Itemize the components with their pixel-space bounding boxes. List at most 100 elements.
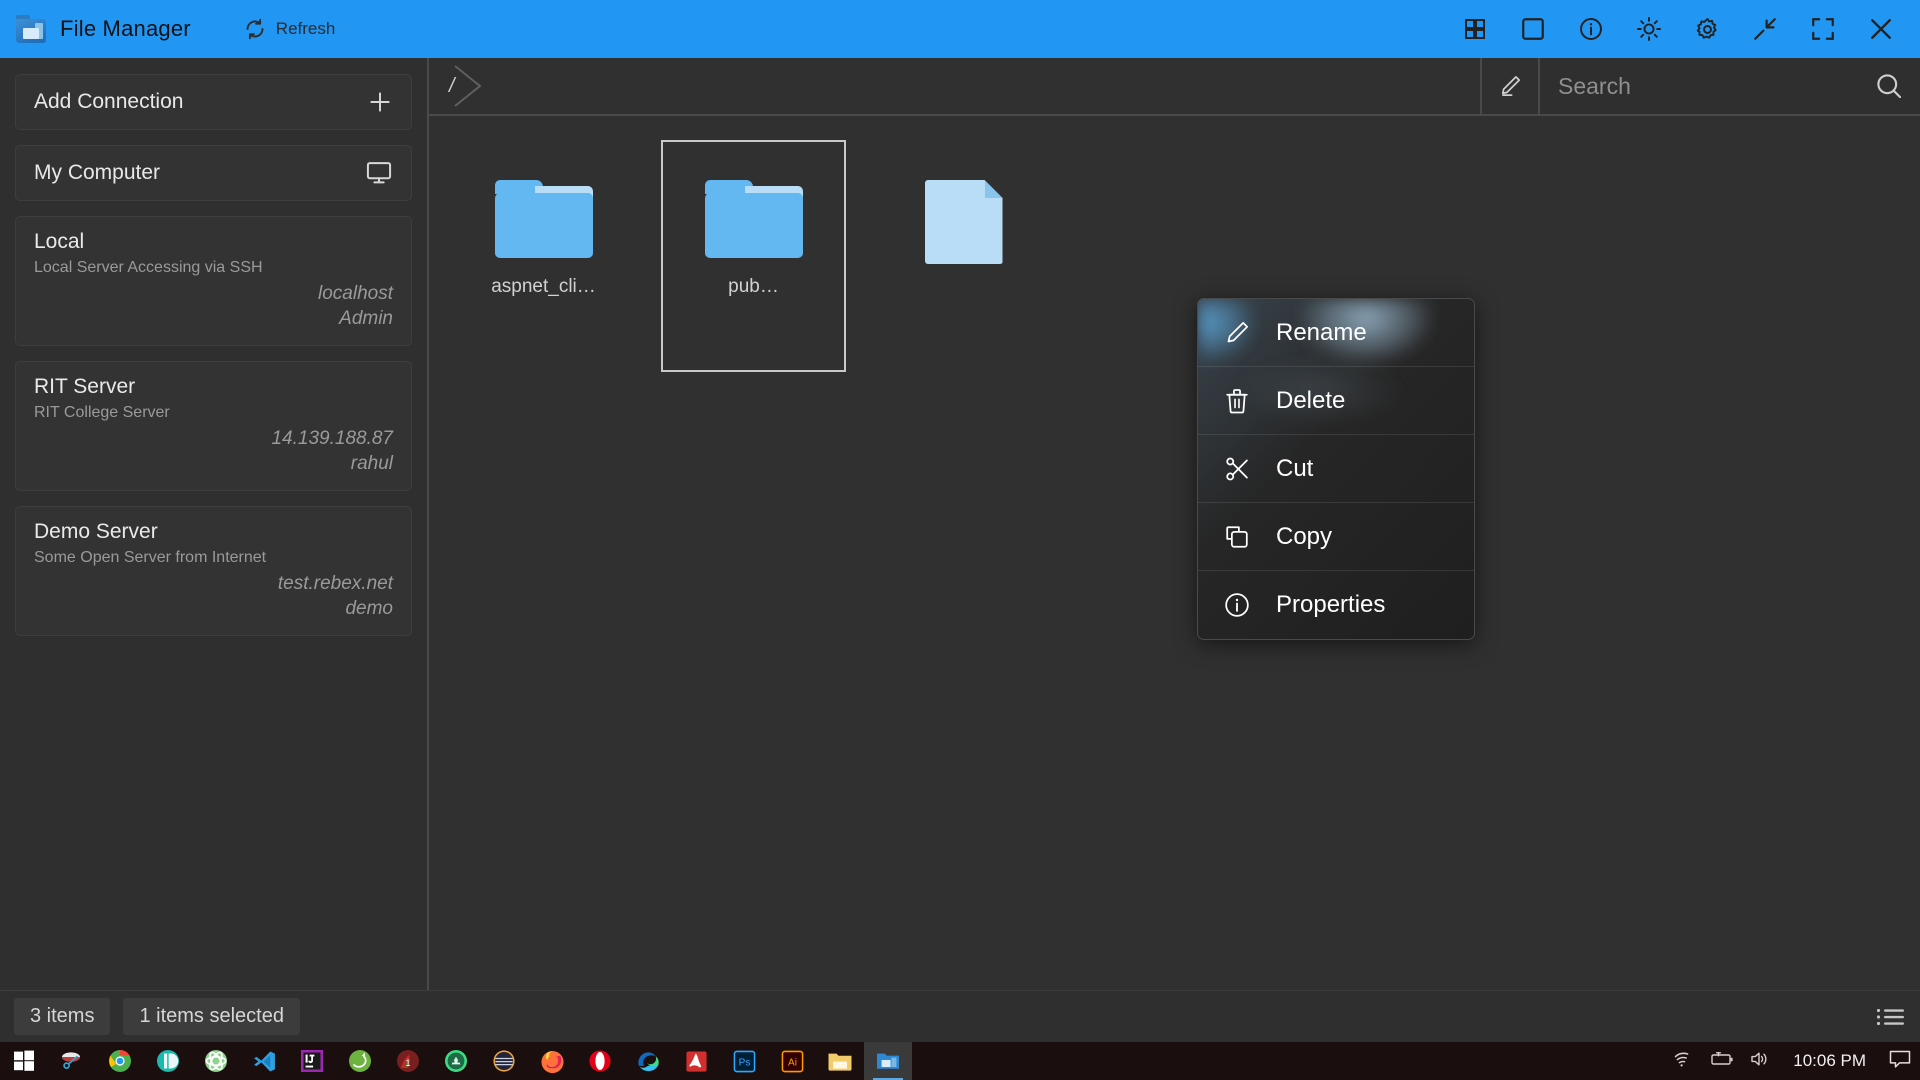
svg-text:1: 1 — [405, 1058, 410, 1068]
context-menu-item-label: Cut — [1276, 455, 1313, 483]
item-count-badge: 3 items — [14, 998, 110, 1035]
server-host: test.rebex.net — [34, 571, 393, 596]
breadcrumb: / — [429, 57, 481, 115]
svg-text:Ps: Ps — [738, 1057, 750, 1068]
info-icon[interactable] — [1562, 0, 1620, 58]
selected-count-badge: 1 items selected — [123, 998, 300, 1035]
monitor-icon — [365, 160, 393, 186]
minimize-icon[interactable] — [1736, 0, 1794, 58]
server-user: demo — [34, 596, 393, 621]
close-icon[interactable] — [1852, 0, 1910, 58]
atom-icon[interactable] — [192, 1042, 240, 1080]
folder-icon[interactable] — [816, 1042, 864, 1080]
system-tray: 10:06 PM — [1673, 1049, 1920, 1074]
breadcrumb-item-root[interactable]: / — [429, 57, 481, 115]
file-item[interactable] — [871, 140, 1056, 372]
vscode-icon[interactable] — [240, 1042, 288, 1080]
dark-circle-app-icon[interactable] — [480, 1042, 528, 1080]
windows-taskbar: 1 — [0, 1042, 1920, 1080]
sidebar-item-server-local[interactable]: Local Local Server Accessing via SSH loc… — [15, 216, 412, 346]
refresh-button[interactable]: Refresh — [237, 9, 342, 49]
notifications-icon[interactable] — [1888, 1049, 1912, 1074]
context-menu-item-delete[interactable]: Delete — [1198, 367, 1474, 435]
add-connection-label: Add Connection — [34, 90, 183, 114]
status-bar: 3 items 1 items selected — [0, 990, 1920, 1042]
my-computer-label: My Computer — [34, 161, 160, 185]
refresh-icon — [243, 17, 267, 41]
server-host: 14.139.188.87 — [34, 426, 393, 451]
file-item[interactable]: pub… — [661, 140, 846, 372]
context-menu-item-copy[interactable]: Copy — [1198, 503, 1474, 571]
volume-icon[interactable] — [1749, 1050, 1771, 1073]
plus-icon — [367, 89, 393, 115]
chrome-icon[interactable] — [96, 1042, 144, 1080]
file-grid[interactable]: aspnet_cli… pub… — [429, 118, 1920, 990]
pencil-icon — [1222, 319, 1252, 347]
file-item-label: aspnet_cli… — [491, 276, 596, 298]
pencil-icon — [1497, 73, 1523, 99]
context-menu-item-label: Properties — [1276, 591, 1385, 619]
folder-icon — [495, 180, 593, 258]
chevron-right-icon — [453, 65, 483, 107]
server-name: Local — [34, 230, 393, 254]
red-app-icon[interactable]: 1 — [384, 1042, 432, 1080]
file-icon — [925, 180, 1003, 264]
path-bar: / — [429, 58, 1920, 116]
server-description: Local Server Accessing via SSH — [34, 259, 393, 277]
edit-path-button[interactable] — [1480, 58, 1538, 114]
opera-icon[interactable] — [576, 1042, 624, 1080]
add-connection-button[interactable]: Add Connection — [15, 74, 412, 130]
sidebar-item-server-rit[interactable]: RIT Server RIT College Server 14.139.188… — [15, 361, 412, 491]
sidebar-item-my-computer[interactable]: My Computer — [15, 145, 412, 201]
server-host: localhost — [34, 281, 393, 306]
gear-icon[interactable] — [1678, 0, 1736, 58]
clock[interactable]: 10:06 PM — [1793, 1051, 1866, 1071]
list-view-icon[interactable] — [1876, 1005, 1906, 1029]
sniping-tool-icon[interactable] — [48, 1042, 96, 1080]
firefox-icon[interactable] — [528, 1042, 576, 1080]
wifi-icon[interactable] — [1673, 1050, 1695, 1073]
server-name: Demo Server — [34, 520, 393, 544]
context-menu-item-properties[interactable]: Properties — [1198, 571, 1474, 639]
server-name: RIT Server — [34, 375, 393, 399]
search-icon[interactable] — [1874, 71, 1904, 101]
search-input[interactable] — [1558, 73, 1874, 100]
title-bar: File Manager Refresh — [0, 0, 1920, 58]
edge-icon[interactable] — [624, 1042, 672, 1080]
refresh-label: Refresh — [276, 19, 336, 39]
android-studio-icon[interactable] — [432, 1042, 480, 1080]
teal-app-icon[interactable] — [144, 1042, 192, 1080]
photoshop-icon[interactable]: Ps — [720, 1042, 768, 1080]
sidebar-item-server-demo[interactable]: Demo Server Some Open Server from Intern… — [15, 506, 412, 636]
acrobat-reader-icon[interactable] — [672, 1042, 720, 1080]
battery-charging-icon[interactable] — [1709, 1050, 1735, 1073]
svg-text:Ai: Ai — [788, 1057, 797, 1068]
context-menu-item-cut[interactable]: Cut — [1198, 435, 1474, 503]
illustrator-icon[interactable]: Ai — [768, 1042, 816, 1080]
server-user: Admin — [34, 306, 393, 331]
search-bar[interactable] — [1538, 58, 1920, 114]
trash-icon — [1222, 387, 1252, 415]
file-item[interactable]: aspnet_cli… — [451, 140, 636, 372]
server-description: RIT College Server — [34, 404, 393, 422]
brightness-icon[interactable] — [1620, 0, 1678, 58]
intellij-idea-icon[interactable] — [288, 1042, 336, 1080]
spring-icon[interactable] — [336, 1042, 384, 1080]
info-icon — [1222, 591, 1252, 619]
server-user: rahul — [34, 451, 393, 476]
grid-view-icon[interactable] — [1446, 0, 1504, 58]
context-menu[interactable]: Rename Delete — [1197, 298, 1475, 640]
context-menu-item-rename[interactable]: Rename — [1198, 299, 1474, 367]
fullscreen-icon[interactable] — [1794, 0, 1852, 58]
server-description: Some Open Server from Internet — [34, 549, 393, 567]
file-manager-taskbar-icon[interactable] — [864, 1042, 912, 1080]
file-item-label: pub… — [728, 276, 779, 298]
windows-start-icon[interactable] — [0, 1042, 48, 1080]
folder-icon — [705, 180, 803, 258]
sidebar: Add Connection My Computer Local Local S… — [0, 58, 427, 990]
app-title: File Manager — [60, 16, 191, 42]
single-pane-icon[interactable] — [1504, 0, 1562, 58]
copy-icon — [1222, 523, 1252, 551]
scissors-icon — [1222, 455, 1252, 483]
main-pane: / aspnet_cli… — [429, 58, 1920, 990]
